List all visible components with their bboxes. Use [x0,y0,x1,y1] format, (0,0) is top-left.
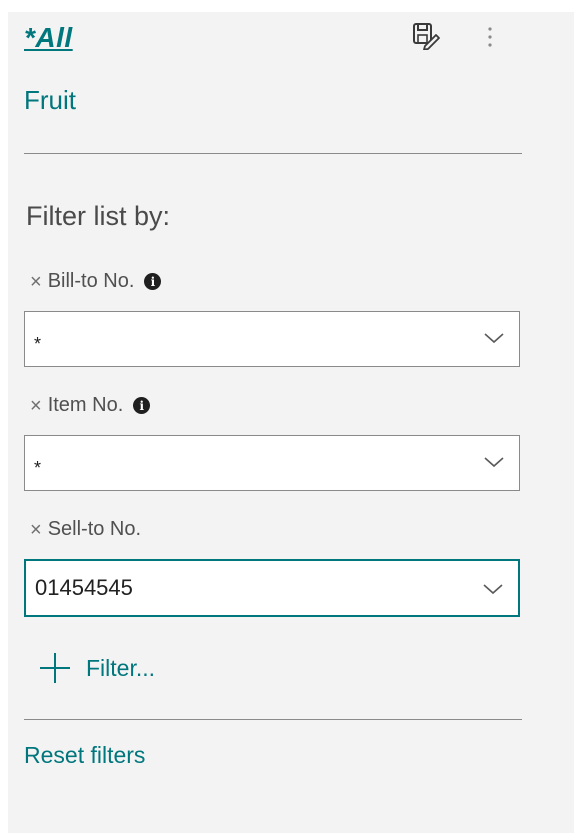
view-subtitle[interactable]: Fruit [24,85,76,116]
field-value: * [34,458,42,478]
bill-to-no-field[interactable]: * [24,311,520,367]
filter-label-text: Sell-to No. [47,518,142,540]
filter-pane [8,12,574,833]
remove-filter-icon[interactable]: × [30,396,42,416]
filter-label-text: Bill-to No. [47,270,135,292]
add-filter-button[interactable]: Filter... [38,651,155,685]
divider [24,153,522,154]
filter-label-bill-to-no: × Bill-to No. i [30,270,162,293]
plus-icon [40,653,70,683]
remove-filter-icon[interactable]: × [30,520,42,540]
chevron-down-icon[interactable] [483,454,505,470]
item-no-field[interactable]: * [24,435,520,491]
info-icon[interactable]: i [144,273,162,290]
sell-to-no-field[interactable]: 01454545 [24,559,520,617]
field-value: * [34,334,42,354]
view-title-link[interactable]: *All [24,22,73,54]
filter-heading: Filter list by: [26,201,171,231]
reset-filters-link[interactable]: Reset filters [24,742,145,769]
more-options-icon[interactable] [480,22,500,52]
add-filter-label: Filter... [86,654,156,681]
chevron-down-icon[interactable] [483,330,505,346]
remove-filter-icon[interactable]: × [30,272,42,292]
filter-label-item-no: × Item No. i [30,394,151,417]
divider [24,719,522,720]
filter-label-text: Item No. [47,394,124,416]
save-view-icon[interactable] [410,20,440,50]
field-value: 01454545 [35,575,133,600]
filter-label-sell-to-no: × Sell-to No. [30,518,141,541]
chevron-down-icon[interactable] [482,581,504,597]
info-icon[interactable]: i [133,397,151,414]
